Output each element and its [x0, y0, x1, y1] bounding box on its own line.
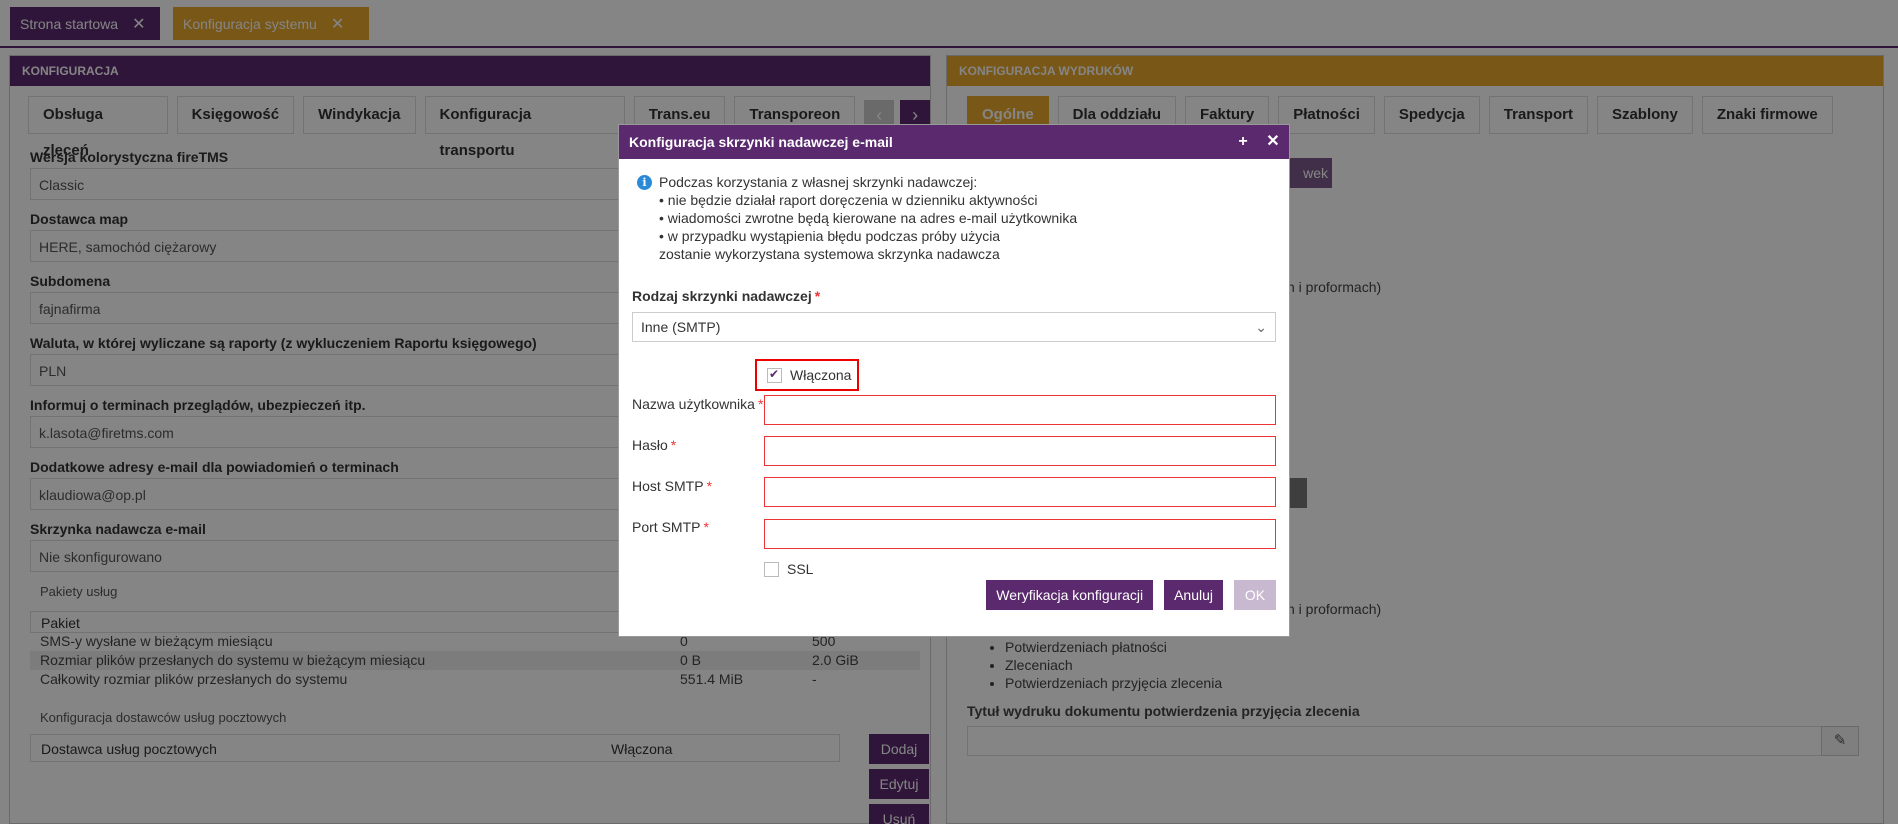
smtp-port-input[interactable]: [764, 519, 1276, 549]
password-input[interactable]: [764, 436, 1276, 466]
username-input[interactable]: [764, 395, 1276, 425]
info-box: i Podczas korzystania z własnej skrzynki…: [637, 173, 1077, 263]
enabled-checkbox-highlight: Włączona: [755, 359, 859, 391]
outbox-type-label: Rodzaj skrzynki nadawczej *: [632, 288, 821, 304]
enabled-label: Włączona: [790, 367, 852, 383]
smtp-port-label: Port SMTP *: [632, 519, 709, 535]
email-outbox-dialog: Konfiguracja skrzynki nadawczej e-mail +…: [618, 124, 1290, 637]
info-line: Podczas korzystania z własnej skrzynki n…: [659, 174, 978, 190]
cancel-button[interactable]: Anuluj: [1164, 580, 1223, 610]
smtp-host-label: Host SMTP *: [632, 478, 713, 494]
required-marker: *: [814, 288, 821, 304]
password-label: Hasło *: [632, 437, 677, 453]
outbox-type-select[interactable]: Inne (SMTP) ⌄: [632, 312, 1276, 342]
info-icon: i: [637, 175, 652, 190]
maximize-icon[interactable]: +: [1233, 125, 1253, 159]
verify-config-button[interactable]: Weryfikacja konfiguracji: [986, 580, 1154, 610]
dialog-header: Konfiguracja skrzynki nadawczej e-mail +…: [619, 125, 1289, 159]
info-line: • nie będzie działał raport doręczenia w…: [659, 192, 1038, 208]
info-line: • wiadomości zwrotne będą kierowane na a…: [659, 210, 1078, 226]
info-line: • w przypadku wystąpienia błędu podczas …: [659, 228, 1001, 244]
smtp-host-input[interactable]: [764, 477, 1276, 507]
info-line: zostanie wykorzystana systemowa skrzynka…: [659, 246, 1000, 262]
enabled-checkbox[interactable]: [767, 367, 782, 383]
dialog-footer: Weryfikacja konfiguracji Anuluj OK: [975, 580, 1276, 610]
chevron-down-icon: ⌄: [1255, 319, 1267, 335]
ssl-label: SSL: [787, 561, 814, 577]
ssl-option: SSL: [764, 561, 813, 577]
username-label: Nazwa użytkownika *: [632, 396, 764, 412]
ok-button[interactable]: OK: [1234, 580, 1276, 610]
dialog-title: Konfiguracja skrzynki nadawczej e-mail: [629, 134, 893, 150]
close-icon[interactable]: ✕: [1263, 125, 1283, 159]
ssl-checkbox[interactable]: [764, 561, 779, 577]
outbox-type-value: Inne (SMTP): [641, 319, 721, 335]
